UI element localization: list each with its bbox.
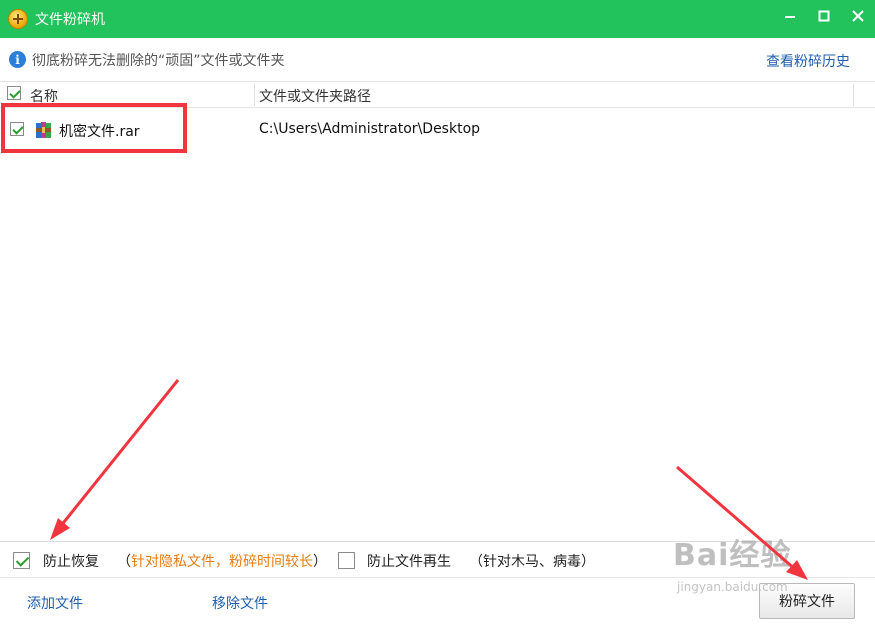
minimize-button[interactable] bbox=[773, 0, 807, 32]
close-button[interactable] bbox=[841, 0, 875, 32]
baidu-watermark-url: jingyan.baidu.com bbox=[677, 580, 788, 594]
prevent-regen-checkbox[interactable] bbox=[338, 552, 355, 569]
prevent-regen-note: （针对木马、病毒） bbox=[469, 554, 595, 570]
highlight-box bbox=[1, 103, 187, 153]
prevent-regen-label[interactable]: 防止文件再生 bbox=[367, 551, 451, 571]
app-logo-icon bbox=[8, 9, 28, 29]
remove-file-link[interactable]: 移除文件 bbox=[212, 593, 268, 613]
paren-open: （ bbox=[117, 554, 131, 570]
prevent-recovery-note: （针对隐私文件，粉碎时间较长） bbox=[117, 551, 327, 571]
baidu-watermark: Bai经验 bbox=[673, 538, 792, 573]
title-bar: 文件粉碎机 bbox=[0, 0, 875, 38]
prevent-recovery-note-text: 针对隐私文件，粉碎时间较长 bbox=[131, 554, 313, 570]
column-divider[interactable] bbox=[853, 84, 854, 106]
prevent-recovery-label[interactable]: 防止恢复 bbox=[43, 551, 99, 571]
window-title: 文件粉碎机 bbox=[35, 12, 105, 28]
add-file-link[interactable]: 添加文件 bbox=[27, 593, 83, 613]
paren-close: ） bbox=[313, 554, 327, 570]
minimize-icon bbox=[785, 16, 795, 18]
column-divider[interactable] bbox=[254, 84, 255, 106]
file-path: C:\Users\Administrator\Desktop bbox=[259, 121, 481, 137]
window-controls bbox=[773, 0, 875, 38]
info-icon: i bbox=[9, 51, 26, 68]
view-history-link[interactable]: 查看粉碎历史 bbox=[766, 51, 850, 71]
info-bar: i 彻底粉碎无法删除的“顽固”文件或文件夹 查看粉碎历史 bbox=[0, 38, 875, 82]
info-text: 彻底粉碎无法删除的“顽固”文件或文件夹 bbox=[32, 52, 285, 69]
maximize-button[interactable] bbox=[807, 0, 841, 32]
maximize-icon bbox=[818, 10, 830, 22]
close-icon bbox=[852, 10, 864, 22]
column-header-path[interactable]: 文件或文件夹路径 bbox=[259, 86, 371, 106]
file-list: 名称 文件或文件夹路径 机密文件.rar C:\Users\Administra… bbox=[0, 82, 875, 542]
prevent-recovery-checkbox[interactable] bbox=[13, 552, 30, 569]
select-all-checkbox[interactable] bbox=[7, 86, 21, 100]
